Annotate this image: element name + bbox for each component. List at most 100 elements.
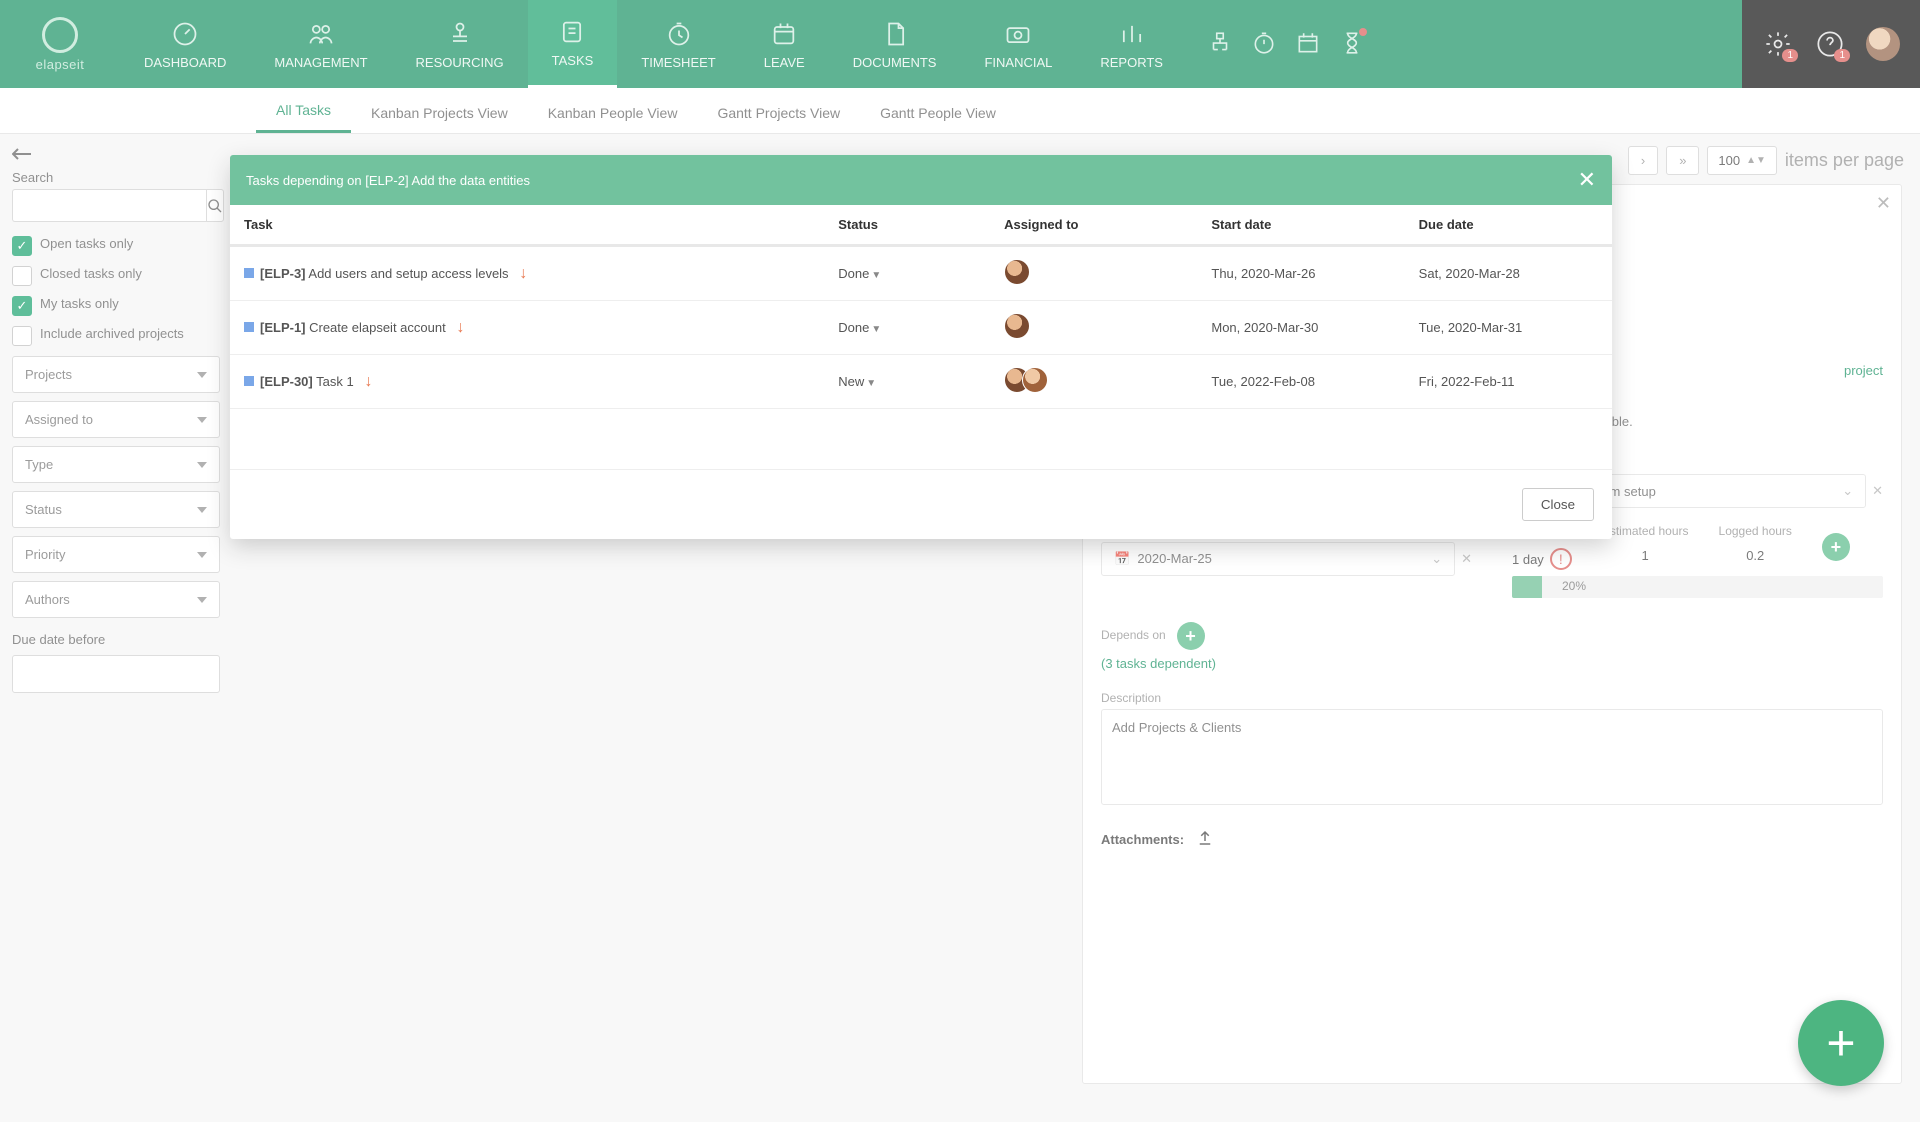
nav-right: 1 1 xyxy=(1742,0,1920,88)
tab-kanban-projects[interactable]: Kanban Projects View xyxy=(351,93,528,133)
close-panel-icon[interactable]: ✕ xyxy=(1876,193,1891,214)
col-due: Due date xyxy=(1405,205,1612,246)
tab-all-tasks[interactable]: All Tasks xyxy=(256,90,351,133)
settings-icon[interactable]: 1 xyxy=(1762,28,1794,60)
modal-close-icon[interactable]: ✕ xyxy=(1578,167,1596,193)
due-date-input[interactable] xyxy=(12,655,220,693)
tab-gantt-projects[interactable]: Gantt Projects View xyxy=(697,93,860,133)
due-date-label: Due date before xyxy=(12,632,220,647)
clear-activity-icon[interactable]: ✕ xyxy=(1872,483,1883,499)
filter-type[interactable]: Type xyxy=(12,446,220,483)
filter-assigned[interactable]: Assigned to xyxy=(12,401,220,438)
clear-due-icon[interactable]: ✕ xyxy=(1461,551,1472,567)
task-type-icon xyxy=(244,268,254,278)
logo-icon xyxy=(42,17,78,53)
avatar xyxy=(1004,259,1030,285)
upload-icon[interactable] xyxy=(1196,829,1214,850)
col-task: Task xyxy=(230,205,824,246)
dependent-tasks-link[interactable]: (3 tasks dependent) xyxy=(1101,656,1216,671)
search-label: Search xyxy=(12,170,220,185)
modal-title: Tasks depending on [ELP-2] Add the data … xyxy=(246,173,530,188)
tab-kanban-people[interactable]: Kanban People View xyxy=(528,93,698,133)
table-row[interactable]: [ELP-30] Task 1 ↓New▼Tue, 2022-Feb-08Fri… xyxy=(230,355,1612,409)
modal-table: Task Status Assigned to Start date Due d… xyxy=(230,205,1612,409)
tab-gantt-people[interactable]: Gantt People View xyxy=(860,93,1016,133)
nav-documents[interactable]: DOCUMENTS xyxy=(829,0,961,88)
add-dependency-button[interactable]: + xyxy=(1177,622,1205,650)
calendar-icon[interactable] xyxy=(1295,30,1321,59)
nav-timesheet[interactable]: TIMESHEET xyxy=(617,0,739,88)
logged-value: 0.2 xyxy=(1719,542,1792,563)
nav-leave[interactable]: LEAVE xyxy=(740,0,829,88)
description-label: Description xyxy=(1101,691,1883,705)
filter-authors[interactable]: Authors xyxy=(12,581,220,618)
col-status: Status xyxy=(824,205,990,246)
chevron-down-icon xyxy=(197,597,207,603)
check-open-tasks[interactable]: ✓Open tasks only xyxy=(12,236,220,256)
table-row[interactable]: [ELP-1] Create elapseit account ↓Done▼Mo… xyxy=(230,301,1612,355)
chevron-down-icon xyxy=(197,372,207,378)
warning-icon: ! xyxy=(1550,548,1572,570)
add-task-fab[interactable]: + xyxy=(1798,1000,1884,1086)
nav-dashboard[interactable]: DASHBOARD xyxy=(120,0,250,88)
brand-text: elapseit xyxy=(36,57,85,72)
nav-reports[interactable]: REPORTS xyxy=(1076,0,1187,88)
nav-management[interactable]: MANAGEMENT xyxy=(250,0,391,88)
help-icon[interactable]: 1 xyxy=(1814,28,1846,60)
collapse-sidebar-icon[interactable] xyxy=(12,146,36,162)
nav-financial[interactable]: FINANCIAL xyxy=(960,0,1076,88)
chevron-down-icon xyxy=(197,552,207,558)
add-hours-button[interactable]: + xyxy=(1822,533,1850,561)
dependent-tasks-modal: Tasks depending on [ELP-2] Add the data … xyxy=(230,155,1612,539)
priority-icon: ↓ xyxy=(457,319,465,336)
user-avatar[interactable] xyxy=(1866,27,1900,61)
status-cell[interactable]: New▼ xyxy=(824,355,990,409)
org-icon[interactable] xyxy=(1207,30,1233,59)
subtabs: All Tasks Kanban Projects View Kanban Pe… xyxy=(0,88,1920,134)
per-page-select[interactable]: 100▲▼ xyxy=(1707,146,1777,175)
col-assigned: Assigned to xyxy=(990,205,1197,246)
priority-icon: ↓ xyxy=(519,265,527,282)
nav-resourcing[interactable]: RESOURCING xyxy=(392,0,528,88)
chevron-down-icon xyxy=(197,507,207,513)
per-page-label: items per page xyxy=(1785,150,1904,171)
task-type-icon xyxy=(244,376,254,386)
col-start: Start date xyxy=(1197,205,1404,246)
avatar xyxy=(1022,367,1048,393)
hourglass-icon[interactable] xyxy=(1339,30,1365,59)
search-button[interactable] xyxy=(206,189,224,222)
duration-value: 1 day xyxy=(1512,552,1544,567)
chevron-down-icon xyxy=(197,417,207,423)
filter-sidebar: Search ✓Open tasks only Closed tasks onl… xyxy=(0,134,232,1122)
top-nav: elapseit DASHBOARD MANAGEMENT RESOURCING… xyxy=(0,0,1920,88)
filter-priority[interactable]: Priority xyxy=(12,536,220,573)
check-archived[interactable]: Include archived projects xyxy=(12,326,220,346)
estimated-value: 1 xyxy=(1602,542,1689,563)
description-input[interactable]: Add Projects & Clients xyxy=(1101,709,1883,805)
chevron-down-icon xyxy=(197,462,207,468)
status-cell[interactable]: Done▼ xyxy=(824,301,990,355)
project-link[interactable]: project xyxy=(1844,363,1883,378)
table-row[interactable]: [ELP-3] Add users and setup access level… xyxy=(230,246,1612,301)
progress-bar: 20% xyxy=(1512,576,1883,598)
filter-status[interactable]: Status xyxy=(12,491,220,528)
logged-label: Logged hours xyxy=(1719,524,1792,538)
nav-tasks[interactable]: TASKS xyxy=(528,0,618,88)
filter-projects[interactable]: Projects xyxy=(12,356,220,393)
status-cell[interactable]: Done▼ xyxy=(824,246,990,301)
due-date-input[interactable]: 📅 2020-Mar-25⌄ xyxy=(1101,542,1455,576)
nav-extra-icons xyxy=(1187,0,1385,88)
task-type-icon xyxy=(244,322,254,332)
modal-close-button[interactable]: Close xyxy=(1522,488,1594,521)
search-input[interactable] xyxy=(12,189,206,222)
avatar xyxy=(1004,313,1030,339)
check-my-tasks[interactable]: ✓My tasks only xyxy=(12,296,220,316)
pager-last[interactable]: » xyxy=(1666,146,1699,175)
check-closed-tasks[interactable]: Closed tasks only xyxy=(12,266,220,286)
pager-next[interactable]: › xyxy=(1628,146,1658,175)
attachments-row: Attachments: xyxy=(1101,829,1883,850)
stopwatch-icon[interactable] xyxy=(1251,30,1277,59)
depends-on-label: Depends on xyxy=(1101,628,1166,642)
logo[interactable]: elapseit xyxy=(0,0,120,88)
estimated-label: Estimated hours xyxy=(1602,524,1689,538)
